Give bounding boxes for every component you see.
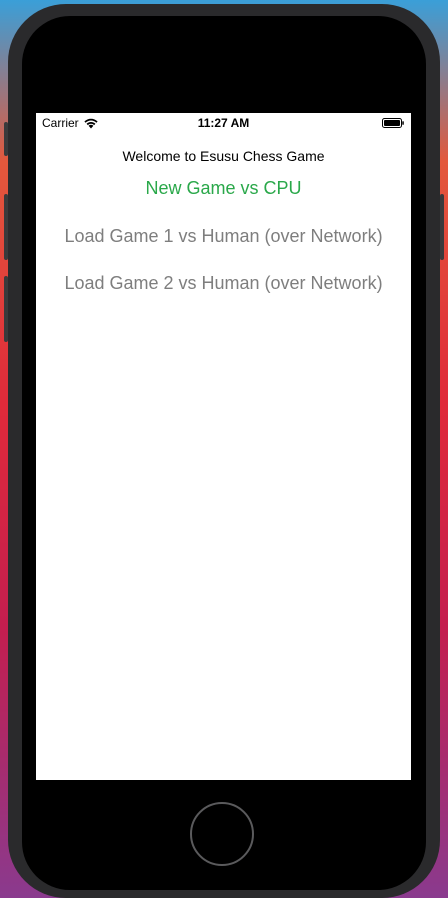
battery-icon xyxy=(382,117,404,128)
status-bar: Carrier 11:27 AM xyxy=(36,113,411,133)
welcome-title: Welcome to Esusu Chess Game xyxy=(122,148,325,164)
power-button xyxy=(440,194,444,260)
status-time: 11:27 AM xyxy=(197,116,250,130)
app-screen: Carrier 11:27 AM Welcome to Esusu Chess … xyxy=(36,113,411,780)
volume-down-button xyxy=(4,276,8,342)
load-game-1-button[interactable]: Load Game 1 vs Human (over Network) xyxy=(36,226,411,247)
home-button[interactable] xyxy=(190,802,254,866)
load-game-2-button[interactable]: Load Game 2 vs Human (over Network) xyxy=(36,273,411,294)
mute-switch xyxy=(4,122,8,156)
new-game-vs-cpu-button[interactable]: New Game vs CPU xyxy=(36,178,411,199)
volume-up-button xyxy=(4,194,8,260)
